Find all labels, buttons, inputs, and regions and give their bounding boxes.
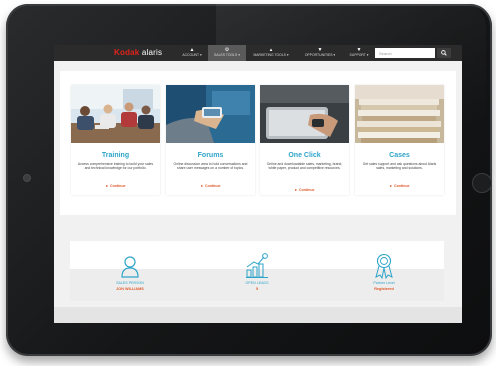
stat-open-leads-value: 5 <box>255 287 259 291</box>
logo[interactable]: Kodak alaris <box>114 48 162 57</box>
tablet-frame: Kodak alaris ▲ ACCOUNT ▾ ⚙ SALES TOOLS ▾… <box>6 4 492 356</box>
top-navbar: Kodak alaris ▲ ACCOUNT ▾ ⚙ SALES TOOLS ▾… <box>54 45 462 61</box>
nav-sales-tools-label: SALES TOOLS ▾ <box>214 53 240 57</box>
stat-partner-level-label: Partner Level <box>373 281 395 285</box>
stat-partner-level-value: Registered <box>374 287 394 291</box>
card-one-click-description: Online and downloadable sales, marketing… <box>266 162 343 171</box>
stat-sales-person-value: JON WILLIAMS <box>116 287 144 291</box>
nav-support-label: SUPPORT ▾ <box>349 53 369 57</box>
stat-partner-level: Partner Level Registered <box>324 241 444 301</box>
search-input[interactable]: Search <box>375 48 435 58</box>
resources-panel: Training Access comprehensive training t… <box>60 71 456 215</box>
stat-open-leads-label: OPEN LEADS <box>245 281 269 285</box>
card-forums-continue-link[interactable]: ► Continue <box>166 184 255 188</box>
account-stats-panel: SALES PERSON JON WILLIAMS OPEN LEADS 5 P… <box>70 241 444 301</box>
card-one-click[interactable]: One Click Online and downloadable sales,… <box>260 85 349 195</box>
growth-chart-icon <box>246 253 268 278</box>
search-icon <box>441 50 447 56</box>
card-one-click-continue-link[interactable]: ► Continue <box>260 188 349 192</box>
person-outline-icon <box>121 256 139 278</box>
card-forums-title: Forums <box>197 152 224 159</box>
forums-photo <box>166 85 255 143</box>
card-one-click-title: One Click <box>288 152 321 159</box>
nav-marketing-tools-label: MARKETING TOOLS ▾ <box>253 53 289 57</box>
award-ribbon-icon <box>375 253 393 279</box>
logo-product: alaris <box>141 48 163 57</box>
nav-account-label: ACCOUNT ▾ <box>182 53 202 57</box>
nav-opportunities-label: OPPORTUNITIES ▾ <box>304 53 336 57</box>
stat-sales-person: SALES PERSON JON WILLIAMS <box>70 241 190 301</box>
nav-opportunities[interactable]: ▼ OPPORTUNITIES ▾ <box>297 45 343 61</box>
stat-open-leads: OPEN LEADS 5 <box>197 241 317 301</box>
card-training-title: Training <box>101 152 130 159</box>
stat-sales-person-label: SALES PERSON <box>116 281 144 285</box>
one-click-photo <box>260 85 349 143</box>
screen: Kodak alaris ▲ ACCOUNT ▾ ⚙ SALES TOOLS ▾… <box>54 45 462 323</box>
nav-support[interactable]: ▼ SUPPORT ▾ <box>344 45 374 61</box>
home-button[interactable] <box>472 173 492 193</box>
camera-icon <box>23 174 31 182</box>
card-forums-description: Online discussion area to hold conversat… <box>173 162 248 171</box>
cases-photo <box>355 85 444 143</box>
screen-footer-area <box>54 307 462 323</box>
card-training-description: Access comprehensive training to build y… <box>77 162 154 171</box>
logo-brand: Kodak <box>114 48 140 57</box>
card-cases-continue-link[interactable]: ► Continue <box>355 184 444 188</box>
card-cases[interactable]: Cases Get sales support and ask question… <box>355 85 444 195</box>
card-cases-title: Cases <box>389 152 410 159</box>
card-cases-description: Get sales support and ask questions abou… <box>362 162 437 171</box>
nav-account[interactable]: ▲ ACCOUNT ▾ <box>176 45 208 61</box>
nav-marketing-tools[interactable]: ▴ MARKETING TOOLS ▾ <box>246 45 296 61</box>
card-training-continue-link[interactable]: ► Continue <box>71 184 160 188</box>
card-training[interactable]: Training Access comprehensive training t… <box>71 85 160 195</box>
card-forums[interactable]: Forums Online discussion area to hold co… <box>166 85 255 195</box>
search-button[interactable] <box>437 48 451 58</box>
training-photo <box>71 85 160 143</box>
nav-sales-tools[interactable]: ⚙ SALES TOOLS ▾ <box>208 45 246 61</box>
